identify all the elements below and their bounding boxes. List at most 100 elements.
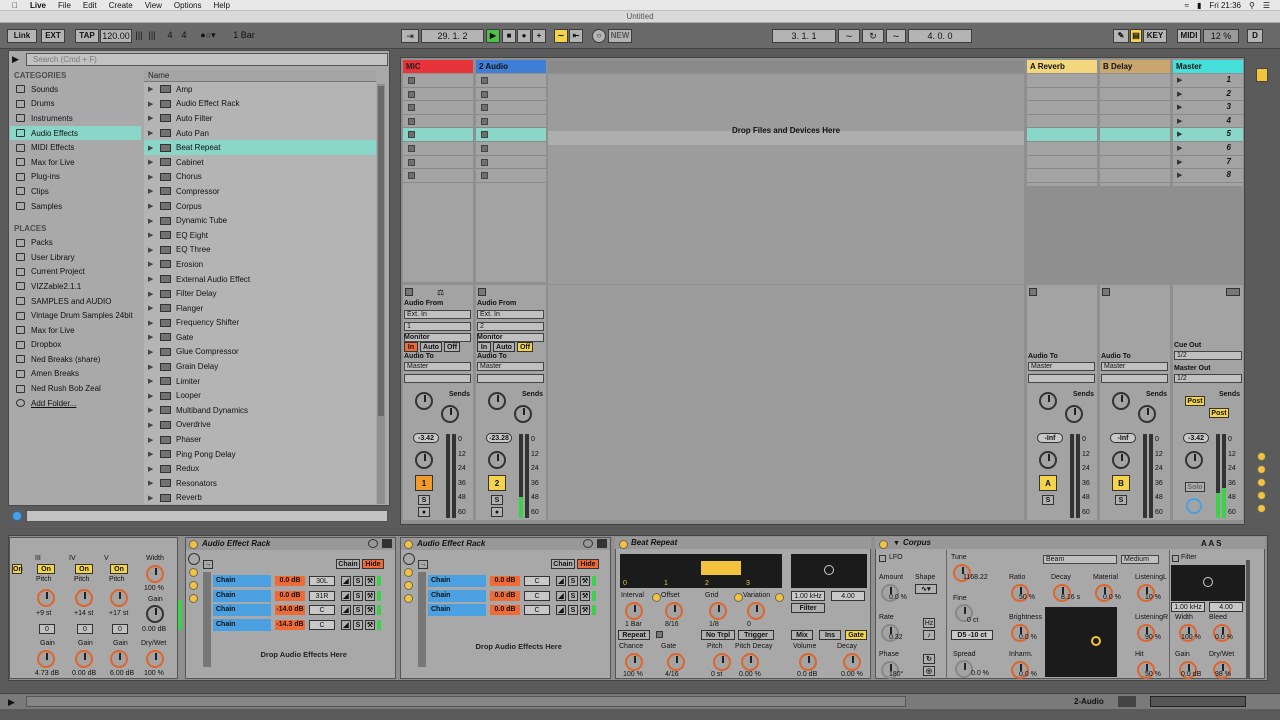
chain-pan[interactable]: C <box>524 590 550 601</box>
clip-stop-icon[interactable] <box>408 90 415 98</box>
devices-icon[interactable] <box>404 594 413 603</box>
quality-select[interactable]: Medium <box>1121 555 1159 564</box>
chain-activator-icon[interactable]: ◢ <box>341 590 351 601</box>
browser-item[interactable]: ▶ Filter Delay <box>144 286 376 301</box>
chain-activator-icon[interactable]: ◢ <box>341 576 351 586</box>
audio-from-type[interactable]: Ext. In <box>404 310 471 319</box>
pitch-knob[interactable] <box>110 589 128 607</box>
gain-knob[interactable] <box>146 605 164 623</box>
browser-item[interactable]: ▶ EQ Three <box>144 243 376 258</box>
offset-sync-icon[interactable] <box>652 593 661 602</box>
clip-slot[interactable] <box>1027 142 1097 156</box>
browser-item[interactable]: ▶ Dynamic Tube <box>144 213 376 228</box>
clip-slot[interactable] <box>476 74 546 88</box>
clip-stop-icon[interactable] <box>481 104 488 112</box>
track-header[interactable]: B Delay <box>1100 60 1170 73</box>
right-sends-icon[interactable] <box>1257 465 1266 474</box>
clip-slot[interactable] <box>476 115 546 129</box>
post-button[interactable]: Post <box>1209 408 1229 418</box>
browser-item[interactable]: ▶ Overdrive <box>144 418 376 433</box>
clip-stop-icon[interactable] <box>481 117 488 125</box>
clip-slot[interactable]: ▶ 8 <box>1173 169 1243 183</box>
send-a-knob[interactable] <box>1112 392 1130 410</box>
device-overview[interactable] <box>1150 696 1246 707</box>
clip-slot[interactable]: ▶ 6 <box>1173 142 1243 156</box>
browser-item[interactable]: ▶ Amp <box>144 82 376 97</box>
pan-knob[interactable] <box>1112 451 1130 469</box>
play-icon[interactable]: ▶ <box>486 29 500 43</box>
expand-icon[interactable]: ▶ <box>148 290 156 298</box>
no-triplet-button[interactable]: No Trpl <box>701 630 735 640</box>
pan-knob[interactable] <box>1185 451 1203 469</box>
right-returns-icon[interactable] <box>1257 478 1266 487</box>
arm-button[interactable]: ● <box>491 507 503 517</box>
signature-den[interactable]: 4 <box>178 29 190 43</box>
loop-start[interactable]: 3. 1. 1 <box>772 29 836 43</box>
expand-icon[interactable]: ▶ <box>148 158 156 166</box>
pan-knob[interactable] <box>415 451 433 469</box>
browser-scrollbar[interactable] <box>377 84 385 504</box>
chain-solo-button[interactable]: S <box>568 576 578 586</box>
chain-activator-icon[interactable]: ◢ <box>556 605 566 615</box>
return-activator-button[interactable]: B <box>1112 475 1130 491</box>
ext-sync-button[interactable]: EXT <box>41 29 65 43</box>
shape-menu[interactable]: ∿▾ <box>915 584 937 594</box>
chain-activator-icon[interactable]: ◢ <box>341 605 351 615</box>
menu-edit[interactable]: Edit <box>83 1 97 10</box>
place-item[interactable]: SAMPLES and AUDIO <box>10 294 141 309</box>
chain-activator-icon[interactable]: ◢ <box>341 619 351 630</box>
chain-solo-button[interactable]: S <box>568 605 578 615</box>
clip-slot[interactable] <box>403 128 473 142</box>
chain-pan[interactable]: C <box>309 605 335 615</box>
clip-slot[interactable] <box>1027 156 1097 170</box>
clip-slot[interactable] <box>476 101 546 115</box>
browser-item[interactable]: ▶ Beat Repeat <box>144 140 376 155</box>
br-chance-knob[interactable] <box>625 653 643 671</box>
key-map-button[interactable]: KEY <box>1143 29 1167 43</box>
expand-icon[interactable]: ▶ <box>148 304 156 312</box>
chain-row[interactable]: Chain 0.0 dB 31R ◢ S ⚒ <box>213 589 384 602</box>
hot-swap-icon[interactable] <box>597 539 607 548</box>
clip-stop-icon[interactable] <box>408 117 415 125</box>
right-io-icon[interactable] <box>1257 452 1266 461</box>
expand-icon[interactable]: ▶ <box>148 114 156 122</box>
clip-overview-icon[interactable] <box>1118 696 1136 707</box>
audio-to-select[interactable]: Master <box>477 362 544 371</box>
br-variation-knob[interactable] <box>747 602 765 620</box>
browser-item[interactable]: ▶ Corpus <box>144 199 376 214</box>
monitor-auto-button[interactable]: Auto <box>493 342 515 352</box>
corpus-filter-freq[interactable]: 1.00 kHz <box>1171 602 1205 612</box>
on-button[interactable]: On <box>12 564 23 574</box>
scene-launch-icon[interactable]: ▶ <box>1177 90 1182 98</box>
clip-stop-icon[interactable] <box>408 144 415 152</box>
place-item[interactable]: Current Project <box>10 265 141 280</box>
chain-volume[interactable]: 0.0 dB <box>490 590 520 601</box>
gain-knob[interactable] <box>37 650 55 668</box>
rack-scrollbar[interactable] <box>203 572 211 667</box>
battery-icon[interactable]: ▮ <box>1197 1 1201 10</box>
note-field[interactable]: D5 -10 ct <box>951 630 993 640</box>
gate-button[interactable]: Gate <box>845 630 867 640</box>
loop-toggle-icon[interactable]: ↻ <box>862 29 884 43</box>
scene-launch-icon[interactable]: ▶ <box>1177 103 1182 111</box>
chain-name[interactable]: Chain <box>428 575 486 587</box>
hz-button[interactable]: Hz <box>923 618 935 628</box>
place-item[interactable]: Dropbox <box>10 338 141 353</box>
macro-icon[interactable] <box>189 568 198 577</box>
zero-field[interactable]: 0 <box>39 624 55 634</box>
clip-slot[interactable] <box>403 88 473 102</box>
browser-item[interactable]: ▶ Reverb <box>144 491 376 506</box>
clip-slot[interactable] <box>1100 142 1170 156</box>
variation-extra-icon[interactable] <box>775 593 784 602</box>
clip-slot[interactable]: ▶ 5 <box>1173 128 1243 142</box>
br-interval-knob[interactable] <box>625 602 643 620</box>
browser-search-input[interactable]: Search (Cmd + F) <box>26 53 388 66</box>
filter-toggle[interactable] <box>1172 555 1179 562</box>
chain-button[interactable]: Chain <box>336 559 360 569</box>
monitor-off-button[interactable]: Off <box>517 342 533 352</box>
chain-volume[interactable]: 0.0 dB <box>490 576 520 586</box>
new-clip-button[interactable]: NEW <box>608 29 632 43</box>
preview-icon[interactable] <box>12 511 22 521</box>
xy-pad[interactable] <box>1045 607 1117 677</box>
trigger-menu[interactable]: Trigger <box>738 630 774 640</box>
